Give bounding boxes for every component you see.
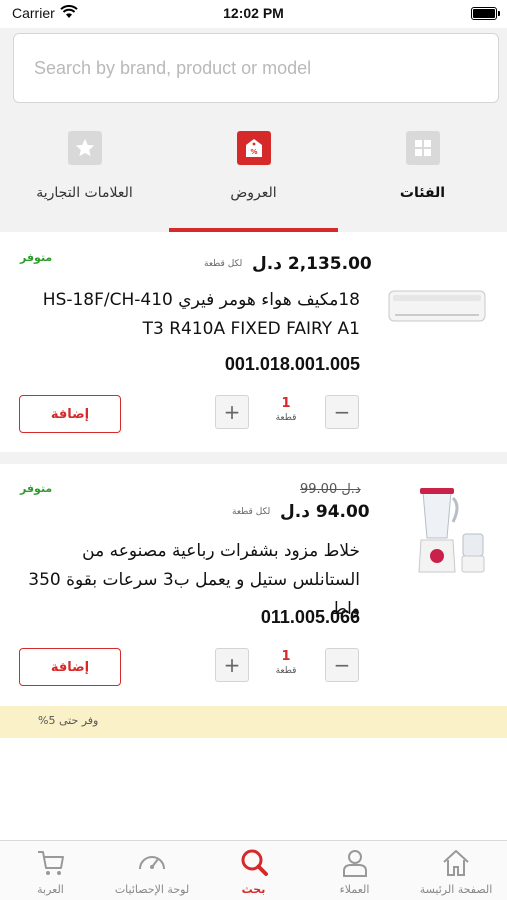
tab-dashboard-label: لوحة الإحصائيات xyxy=(114,883,190,896)
promo-text: وفر حتى 5% xyxy=(38,714,99,727)
tab-offers[interactable]: % العروض xyxy=(169,123,338,233)
search-box[interactable] xyxy=(13,33,499,103)
qty-unit: قطعة xyxy=(275,413,297,423)
tab-customers-label: العملاء xyxy=(339,883,370,896)
category-tabs: العلامات التجارية % العروض الفئات xyxy=(0,123,507,233)
tab-offers-label: العروض xyxy=(230,185,277,201)
clock: 12:02 PM xyxy=(223,5,284,21)
product-code: 011.005.066 xyxy=(260,607,360,627)
per-unit-label: لكل قطعة xyxy=(232,507,271,517)
tab-search-label: بحث xyxy=(241,883,266,896)
tab-brands[interactable]: العلامات التجارية xyxy=(0,123,169,233)
add-to-cart-button[interactable]: إضافة xyxy=(19,648,121,686)
search-icon xyxy=(241,849,268,876)
qty-value: 1 xyxy=(281,396,291,411)
tab-customers[interactable]: العملاء xyxy=(304,841,405,900)
bottom-tab-bar: العربة لوحة الإحصائيات بحث العملاء الصفح… xyxy=(0,840,507,900)
tab-search[interactable]: بحث xyxy=(203,841,304,900)
list-empty-area xyxy=(0,738,507,840)
stock-status: متوفر xyxy=(20,251,53,264)
product-card[interactable]: متوفر 99.00 د.ل لكل قطعة 94.00 د.ل خلاط … xyxy=(0,464,507,706)
tab-cart-label: العربة xyxy=(37,883,64,896)
dashboard-gauge-icon xyxy=(139,856,165,870)
status-bar: Carrier 12:02 PM xyxy=(0,0,507,28)
qty-unit: قطعة xyxy=(275,666,297,676)
air-conditioner-image xyxy=(388,290,486,322)
promo-banner: وفر حتى 5% xyxy=(0,706,507,738)
tab-home[interactable]: الصفحة الرئيسة xyxy=(405,841,507,900)
tab-cart[interactable]: العربة xyxy=(0,841,101,900)
per-unit-label: لكل قطعة xyxy=(204,259,243,269)
home-icon xyxy=(443,850,469,876)
qty-increase-button[interactable]: + xyxy=(215,395,249,429)
blender-image xyxy=(418,488,485,573)
cart-icon xyxy=(37,851,64,875)
qty-value: 1 xyxy=(281,649,291,664)
search-input[interactable] xyxy=(14,34,498,102)
tab-dashboard[interactable]: لوحة الإحصائيات xyxy=(101,841,203,900)
grid-icon xyxy=(405,131,440,165)
qty-decrease-button[interactable]: − xyxy=(325,648,359,682)
product-code: 001.018.001.005 xyxy=(224,354,360,374)
old-price: 99.00 د.ل xyxy=(300,482,361,497)
user-icon xyxy=(342,850,367,877)
discount-tag-icon: % xyxy=(236,131,271,165)
qty-decrease-button[interactable]: − xyxy=(325,395,359,429)
tab-brands-label: العلامات التجارية xyxy=(36,185,133,201)
tab-categories[interactable]: الفئات xyxy=(338,123,507,233)
star-icon xyxy=(67,131,102,165)
add-to-cart-button[interactable]: إضافة xyxy=(19,395,121,433)
stock-status: متوفر xyxy=(20,482,53,495)
tab-home-label: الصفحة الرئيسة xyxy=(419,883,493,896)
tab-categories-label: الفئات xyxy=(399,185,446,201)
product-card[interactable]: متوفر لكل قطعة 2,135.00 د.ل 18مكيف هواء … xyxy=(0,232,507,452)
battery-icon xyxy=(471,7,500,20)
product-title[interactable]: 18مكيف هواء هومر فيري HS-18F/CH-410 T3 R… xyxy=(20,286,360,344)
svg-text:%: % xyxy=(250,148,257,156)
product-price: 2,135.00 د.ل xyxy=(252,254,372,274)
product-price: 94.00 د.ل xyxy=(280,502,370,522)
header: العلامات التجارية % العروض الفئات xyxy=(0,28,507,232)
qty-increase-button[interactable]: + xyxy=(215,648,249,682)
